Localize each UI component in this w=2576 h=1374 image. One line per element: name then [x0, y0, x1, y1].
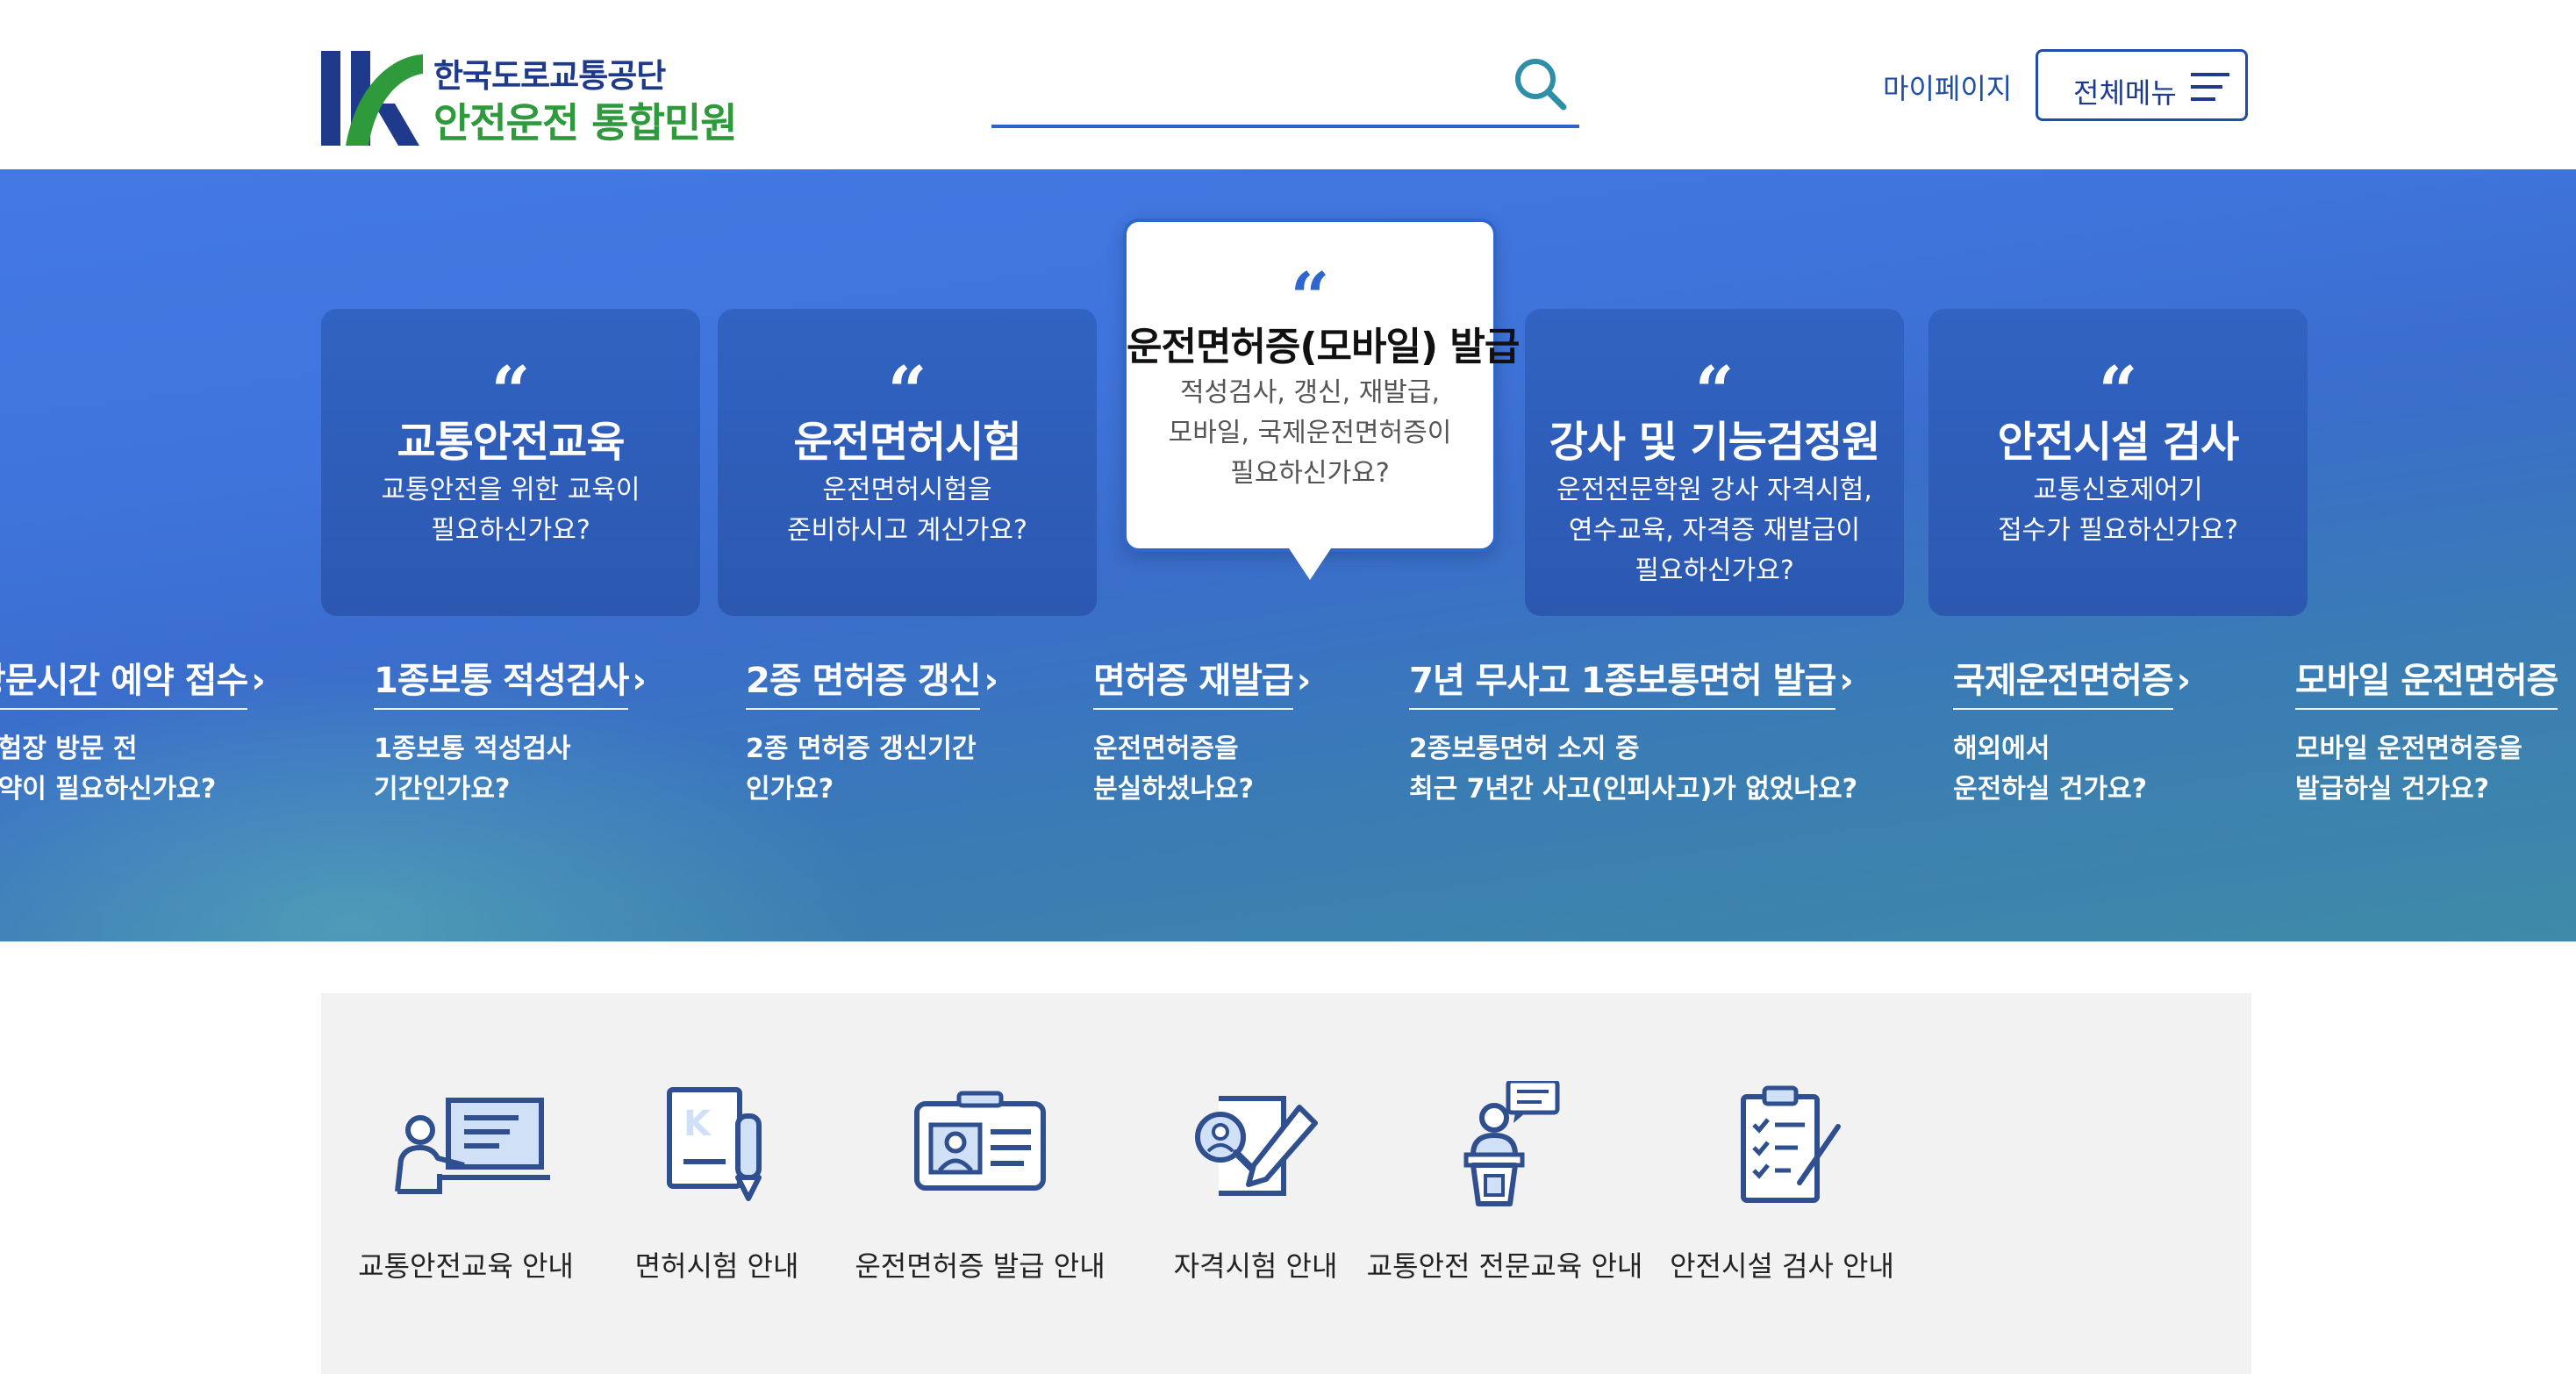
card-desc: 운전면허시험을 준비하시고 계신가요?	[787, 475, 1027, 546]
quick-link-title: 1종보통 적성검사	[374, 652, 629, 710]
svg-text:K: K	[683, 1104, 712, 1144]
guide-label: 교통안전교육 안내	[358, 1249, 574, 1283]
card-safety-facility-inspection[interactable]: “ 안전시설 검사 교통신호제어기 접수가 필요하신가요?	[1928, 309, 2308, 616]
quick-link-desc: 2종 면허증 갱신기간 인가요?	[746, 734, 977, 805]
checklist-icon	[1741, 1085, 1841, 1203]
all-menu-label: 전체메뉴	[2073, 76, 2177, 110]
quick-link-title: 면허증 재발급	[1093, 652, 1294, 710]
guide-professional-education[interactable]: 교통안전 전문교육 안내	[1360, 1081, 1649, 1285]
card-desc: 교통안전을 위한 교육이 필요하신가요?	[381, 475, 640, 546]
quick-link-mobile-license[interactable]: 모바일 운전면허증 모바일 운전면허증을 발급하실 건가요?	[2295, 652, 2558, 810]
card-title: 안전시설 검사	[1997, 418, 2240, 467]
quick-link-desc: 시험장 방문 전 예약이 필요하신가요?	[0, 734, 217, 805]
guide-panel: 교통안전교육 안내 K 면허시험 안내 운전면허증 발급 안내 자격시험 안내 …	[321, 993, 2251, 1374]
guide-label: 교통안전 전문교육 안내	[1366, 1249, 1643, 1283]
quote-icon: “	[887, 358, 927, 402]
quote-icon: “	[490, 358, 531, 402]
exam-document-icon: K	[667, 1087, 762, 1201]
site-logo[interactable]: 한국도로교통공단 안전운전 통합민원	[321, 46, 760, 151]
card-driving-license-test[interactable]: “ 운전면허시험 운전면허시험을 준비하시고 계신가요?	[718, 309, 1097, 616]
quick-link-desc: 1종보통 적성검사 기간인가요?	[374, 734, 571, 805]
koroad-logo-icon	[321, 51, 423, 146]
quick-link-title: 2종 면허증 갱신	[746, 652, 981, 710]
license-card-icon	[914, 1091, 1046, 1191]
search-icon[interactable]	[1507, 51, 1572, 116]
card-desc: 적성검사, 갱신, 재발급, 모바일, 국제운전면허증이 필요하신가요?	[1168, 377, 1452, 489]
mypage-link[interactable]: 마이페이지	[1883, 67, 2012, 107]
card-instructor-examiner[interactable]: “ 강사 및 기능검정원 운전전문학원 강사 자격시험, 연수교육, 자격증 재…	[1525, 309, 1904, 616]
chevron-right-icon: ›	[251, 661, 266, 701]
chevron-right-icon: ›	[1296, 661, 1312, 701]
search-bar	[991, 46, 1579, 128]
quote-icon: “	[1290, 264, 1330, 308]
card-traffic-safety-education[interactable]: “ 교통안전교육 교통안전을 위한 교육이 필요하신가요?	[321, 309, 700, 616]
site-header: 한국도로교통공단 안전운전 통합민원 마이페이지 전체메뉴	[0, 0, 2576, 169]
card-title: 운전면허증(모바일) 발급	[1127, 325, 1520, 369]
quick-link-license-renewal[interactable]: 2종 면허증 갱신 › 2종 면허증 갱신기간 인가요?	[746, 652, 998, 810]
guide-traffic-safety-education[interactable]: 교통안전교육 안내	[321, 1081, 611, 1285]
quick-link-desc: 해외에서 운전하실 건가요?	[1953, 734, 2148, 805]
quick-link-international-license[interactable]: 국제운전면허증 › 해외에서 운전하실 건가요?	[1953, 652, 2191, 810]
guide-label: 운전면허증 발급 안내	[855, 1249, 1106, 1283]
card-title: 교통안전교육	[397, 418, 626, 467]
guide-label: 면허시험 안내	[634, 1249, 799, 1283]
speech-tail	[1289, 548, 1331, 580]
hero-banner: “ 교통안전교육 교통안전을 위한 교육이 필요하신가요? “ 운전면허시험 운…	[0, 169, 2576, 941]
hamburger-icon	[2191, 73, 2229, 101]
search-input[interactable]	[991, 60, 1486, 114]
card-desc: 운전전문학원 강사 자격시험, 연수교육, 자격증 재발급이 필요하신가요?	[1556, 475, 1872, 586]
logo-service-name: 안전운전 통합민원	[433, 99, 738, 147]
guide-label: 자격시험 안내	[1173, 1249, 1338, 1283]
all-menu-button[interactable]: 전체메뉴	[2036, 49, 2248, 121]
card-title: 강사 및 기능검정원	[1549, 418, 1881, 467]
quick-link-title: 방문시간 예약 접수	[0, 652, 248, 710]
chevron-right-icon: ›	[1839, 661, 1854, 701]
guide-qualification-test[interactable]: 자격시험 안내	[1111, 1081, 1400, 1285]
quick-link-visit-reservation[interactable]: 방문시간 예약 접수› 시험장 방문 전 예약이 필요하신가요?	[0, 652, 266, 810]
quick-link-title: 국제운전면허증	[1953, 652, 2174, 710]
quick-link-title: 모바일 운전면허증	[2295, 652, 2558, 710]
lecture-icon	[395, 1098, 550, 1194]
quick-link-title: 7년 무사고 1종보통면허 발급	[1409, 652, 1836, 710]
quote-icon: “	[2098, 358, 2138, 402]
chevron-right-icon: ›	[632, 661, 647, 701]
chevron-right-icon: ›	[2176, 661, 2192, 701]
quick-link-desc: 2종보통면허 소지 중 최근 7년간 사고(인피사고)가 없었나요?	[1409, 734, 1858, 805]
qualification-test-icon	[1195, 1096, 1318, 1196]
quick-link-desc: 모바일 운전면허증을 발급하실 건가요?	[2295, 734, 2522, 805]
quick-link-aptitude-test[interactable]: 1종보통 적성검사 › 1종보통 적성검사 기간인가요?	[374, 652, 647, 810]
quick-link-license-reissue[interactable]: 면허증 재발급 › 운전면허증을 분실하셨나요?	[1093, 652, 1311, 810]
chevron-right-icon: ›	[984, 661, 998, 701]
guide-license-issuance[interactable]: 운전면허증 발급 안내	[835, 1081, 1125, 1285]
logo-org-name: 한국도로교통공단	[433, 57, 666, 95]
card-license-issuance-active[interactable]: “ 운전면허증(모바일) 발급 적성검사, 갱신, 재발급, 모바일, 국제운전…	[1123, 218, 1520, 580]
quote-icon: “	[1694, 358, 1735, 402]
speaker-podium-icon	[1463, 1081, 1560, 1206]
quick-link-accident-free-license[interactable]: 7년 무사고 1종보통면허 발급 › 2종보통면허 소지 중 최근 7년간 사고(…	[1409, 652, 1857, 810]
card-desc: 교통신호제어기 접수가 필요하신가요?	[1998, 475, 2238, 546]
guide-label: 안전시설 검사 안내	[1670, 1249, 1894, 1283]
quick-link-desc: 운전면허증을 분실하셨나요?	[1093, 734, 1255, 805]
card-title: 운전면허시험	[793, 418, 1022, 467]
guide-safety-facility-inspection[interactable]: 안전시설 검사 안내	[1637, 1081, 1927, 1285]
guide-license-test[interactable]: K 면허시험 안내	[572, 1081, 862, 1285]
